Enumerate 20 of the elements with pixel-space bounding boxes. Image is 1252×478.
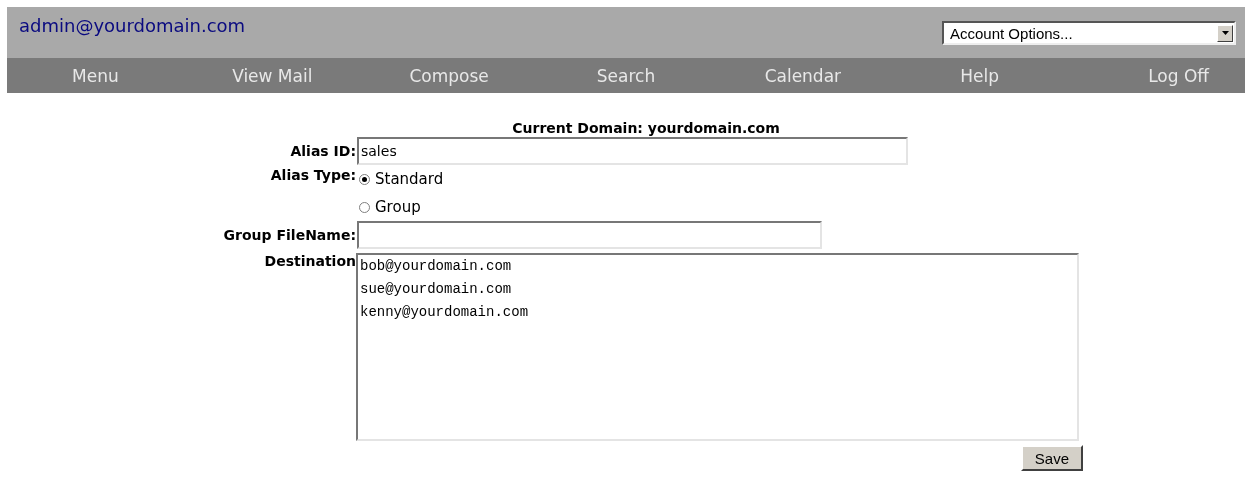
field-label: Group FileName: (222, 227, 356, 243)
user-email: admin@yourdomain.com (18, 14, 246, 36)
account-options-dropdown[interactable]: Account Options... (942, 21, 1236, 45)
nav-link[interactable]: Menu (7, 65, 184, 86)
nav-link[interactable]: View Mail (183, 65, 361, 86)
field-label: Destination (263, 253, 356, 269)
alias-id-field[interactable]: sales (357, 137, 908, 165)
nav-link[interactable]: Compose (360, 65, 538, 86)
save-button[interactable]: Save (1020, 445, 1083, 471)
destination-textarea[interactable]: bob@yourdomain.com sue@yourdomain.com kenny@yourdomain.com (356, 253, 1079, 441)
nav-link[interactable]: Help (891, 65, 1069, 86)
radio-option[interactable]: Group (359, 193, 444, 221)
nav-link[interactable]: Search (537, 65, 715, 86)
form-title: Current Domain: yourdomain.com (511, 120, 781, 137)
field-label: Alias ID: (289, 143, 356, 159)
group-filename-field[interactable] (357, 221, 822, 249)
radio-option[interactable]: Standard (359, 165, 444, 193)
nav-link[interactable]: Calendar (714, 65, 892, 86)
nav-link[interactable]: Log Off (1068, 65, 1245, 86)
field-label: Alias Type: (269, 166, 356, 183)
